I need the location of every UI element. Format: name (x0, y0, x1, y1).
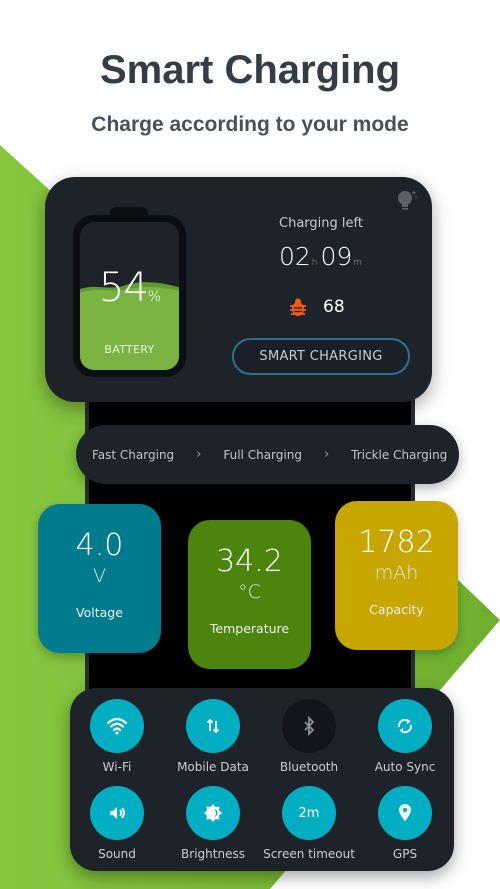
temperature-card: 34.2 °C Temperature (188, 520, 311, 669)
mobile-data-label: Mobile Data (177, 760, 249, 774)
battery-graphic: 54% BATTERY (73, 207, 186, 377)
screen-timeout-toggle[interactable]: 2m (282, 786, 336, 840)
wifi-label: Wi-Fi (102, 760, 132, 774)
quick-setting-bluetooth[interactable]: Bluetooth (261, 699, 357, 774)
bug-icon (290, 298, 306, 316)
battery-percent-value: 54 (98, 265, 149, 311)
bluetooth-label: Bluetooth (279, 760, 339, 774)
voltage-card: 4.0 V Voltage (38, 504, 161, 653)
temperature-value: 68 (323, 297, 345, 317)
charging-left-label: Charging left (279, 216, 363, 231)
location-pin-icon (399, 804, 411, 821)
charging-mode-bar: Fast Charging › Full Charging › Trickle … (76, 425, 459, 484)
brightness-icon (204, 804, 222, 822)
temperature-unit: °C (238, 581, 261, 603)
mobile-data-icon (206, 718, 220, 734)
temperature-reading: 68 (289, 295, 345, 319)
quick-setting-gps[interactable]: GPS (357, 786, 453, 861)
wifi-icon (106, 717, 128, 735)
gps-label: GPS (392, 847, 418, 861)
battery-label: BATTERY (104, 343, 155, 356)
quick-setting-wifi[interactable]: Wi-Fi (69, 699, 165, 774)
hours-unit: h (311, 258, 318, 268)
minutes-value: 09 (320, 242, 353, 271)
quick-settings-panel: Wi-Fi Mobile Data Bluetooth Auto Sync So… (70, 688, 454, 871)
volume-icon (110, 807, 125, 819)
mode-full-charging[interactable]: Full Charging (223, 448, 302, 462)
quick-setting-auto-sync[interactable]: Auto Sync (357, 699, 453, 774)
charging-time-remaining: 02h 09m (267, 242, 377, 271)
mode-trickle-charging[interactable]: Trickle Charging (351, 448, 447, 462)
percent-sign: % (147, 289, 161, 305)
sound-toggle[interactable] (90, 786, 144, 840)
voltage-value: 4.0 (75, 528, 124, 563)
smart-charging-button[interactable]: SMART CHARGING (232, 338, 410, 375)
auto-sync-toggle[interactable] (378, 699, 432, 753)
hours-value: 02 (278, 242, 311, 271)
mode-fast-charging[interactable]: Fast Charging (92, 448, 174, 462)
capacity-label: Capacity (369, 602, 424, 617)
capacity-card: 1782 mAh Capacity (335, 501, 458, 650)
screen-timeout-label: Screen timeout (263, 847, 355, 861)
quick-setting-mobile-data[interactable]: Mobile Data (165, 699, 261, 774)
battery-percent: 54% (73, 265, 186, 311)
bluetooth-icon (304, 715, 315, 737)
mobile-data-toggle[interactable] (186, 699, 240, 753)
capacity-unit: mAh (374, 562, 419, 584)
auto-sync-label: Auto Sync (374, 760, 436, 774)
quick-setting-brightness[interactable]: Brightness (165, 786, 261, 861)
chevron-right-icon: › (196, 447, 202, 462)
minutes-unit: m (353, 258, 363, 268)
sync-icon (397, 718, 413, 734)
capacity-value: 1782 (358, 525, 435, 560)
battery-status-card: 54% BATTERY Charging left 02h 09m 68 SMAR… (45, 177, 432, 402)
timeout-icon: 2m (298, 805, 320, 821)
temperature-value: 34.2 (216, 544, 283, 579)
brightness-label: Brightness (181, 847, 245, 861)
lightbulb-icon[interactable] (396, 189, 418, 213)
gps-toggle[interactable] (378, 786, 432, 840)
bluetooth-toggle[interactable] (282, 699, 336, 753)
wifi-toggle[interactable] (90, 699, 144, 753)
temperature-label: Temperature (209, 621, 290, 636)
page-title: Smart Charging (99, 48, 401, 92)
page-subtitle: Charge according to your mode (91, 113, 409, 136)
chevron-right-icon: › (323, 447, 330, 462)
sound-label: Sound (98, 847, 136, 861)
voltage-label: Voltage (76, 605, 123, 620)
brightness-toggle[interactable] (186, 786, 240, 840)
quick-setting-screen-timeout[interactable]: 2m Screen timeout (261, 786, 357, 861)
quick-setting-sound[interactable]: Sound (69, 786, 165, 861)
voltage-unit: V (93, 565, 106, 587)
